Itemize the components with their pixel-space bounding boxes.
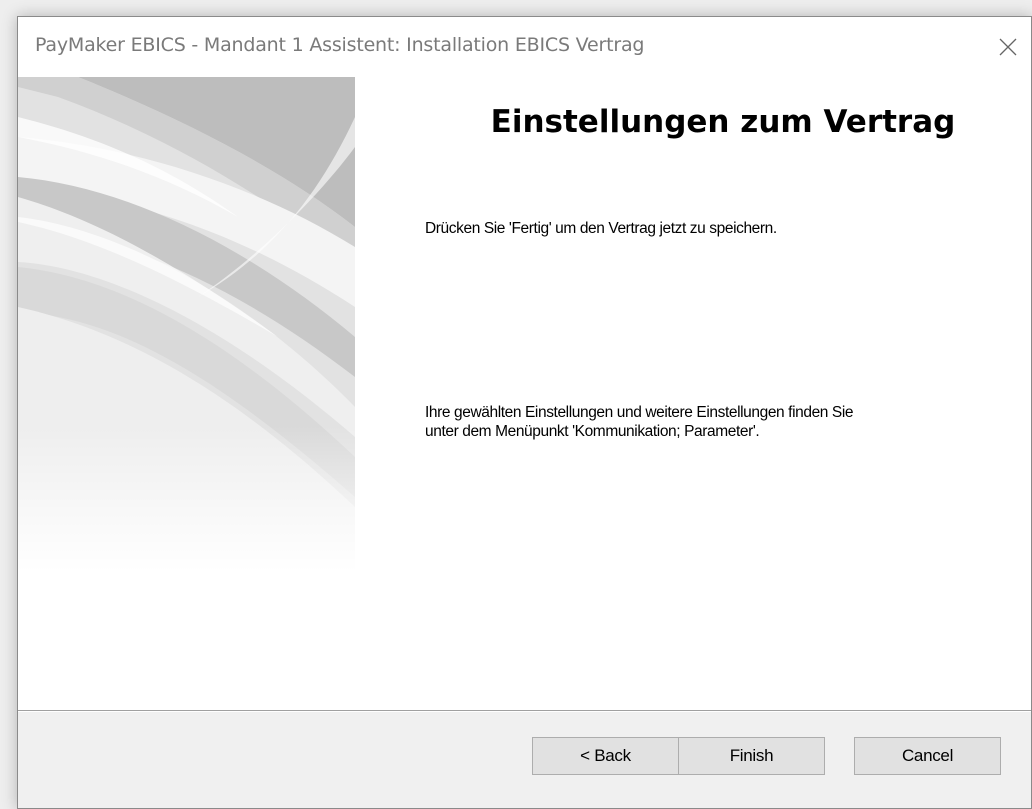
button-bar: < Back Finish Cancel [18, 737, 1031, 775]
banner-graphic [18, 77, 355, 711]
back-button[interactable]: < Back [532, 737, 679, 775]
instruction-text: Drücken Sie 'Fertig' um den Vertrag jetz… [425, 220, 777, 237]
cancel-button[interactable]: Cancel [854, 737, 1001, 775]
wizard-window: PayMaker EBICS - Mandant 1 Assistent: In… [17, 16, 1032, 809]
close-icon [999, 38, 1017, 56]
finish-button[interactable]: Finish [678, 737, 825, 775]
wizard-banner-image [18, 77, 355, 711]
button-separator [18, 710, 1031, 712]
title-bar: PayMaker EBICS - Mandant 1 Assistent: In… [18, 17, 1031, 77]
content-panel: Einstellungen zum Vertrag Drücken Sie 'F… [355, 77, 1031, 711]
window-title: PayMaker EBICS - Mandant 1 Assistent: In… [35, 34, 645, 56]
close-button[interactable] [985, 17, 1031, 77]
page-title: Einstellungen zum Vertrag [490, 104, 956, 140]
info-text: Ihre gewählten Einstellungen und weitere… [425, 404, 854, 440]
